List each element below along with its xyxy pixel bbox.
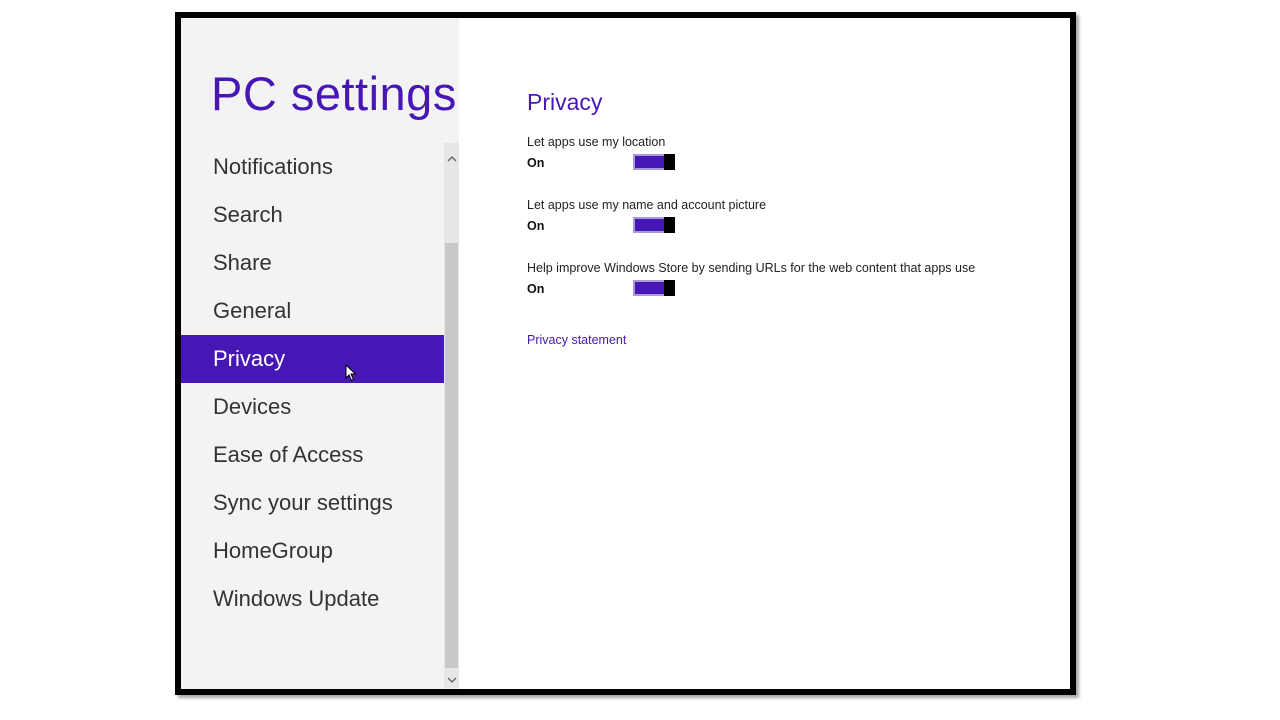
store-urls-toggle[interactable] [633,280,675,296]
window-frame: PC settings Notifications Search Share G… [175,12,1076,695]
toggle-state-label: On [527,282,545,296]
setting-row: On [527,280,1067,302]
sidebar-item-search[interactable]: Search [181,191,444,239]
setting-row: On [527,154,1067,176]
sidebar-item-homegroup[interactable]: HomeGroup [181,527,444,575]
sidebar-scrollbar[interactable] [444,143,459,688]
toggle-state-label: On [527,219,545,233]
setting-store-urls: Help improve Windows Store by sending UR… [527,261,1067,302]
sidebar-item-devices[interactable]: Devices [181,383,444,431]
setting-location: Let apps use my location On [527,135,1067,176]
chevron-up-icon[interactable] [444,153,459,169]
sidebar-nav: Notifications Search Share General Priva… [181,143,444,623]
mouse-pointer-icon [345,364,357,382]
settings-content: Privacy Let apps use my location On Let … [527,18,1067,689]
name-account-picture-toggle[interactable] [633,217,675,233]
setting-label: Let apps use my location [527,135,666,149]
sidebar: PC settings Notifications Search Share G… [181,18,459,689]
sidebar-item-windows-update[interactable]: Windows Update [181,575,444,623]
toggle-state-label: On [527,156,545,170]
sidebar-item-share[interactable]: Share [181,239,444,287]
app-title: PC settings [211,67,457,120]
setting-name-account-picture: Let apps use my name and account picture… [527,198,1067,239]
chevron-down-icon[interactable] [444,674,459,689]
toggle-thumb[interactable] [664,154,675,170]
scrollbar-thumb[interactable] [445,243,458,668]
location-toggle[interactable] [633,154,675,170]
toggle-thumb[interactable] [664,280,675,296]
toggle-thumb[interactable] [664,217,675,233]
sidebar-item-privacy[interactable]: Privacy [181,335,444,383]
privacy-statement-link[interactable]: Privacy statement [527,333,626,347]
section-title: Privacy [527,89,603,115]
sidebar-item-notifications[interactable]: Notifications [181,143,444,191]
setting-label: Help improve Windows Store by sending UR… [527,261,976,275]
sidebar-item-ease-of-access[interactable]: Ease of Access [181,431,444,479]
setting-label: Let apps use my name and account picture [527,198,767,212]
sidebar-item-general[interactable]: General [181,287,444,335]
setting-row: On [527,217,1067,239]
sidebar-item-sync-your-settings[interactable]: Sync your settings [181,479,444,527]
